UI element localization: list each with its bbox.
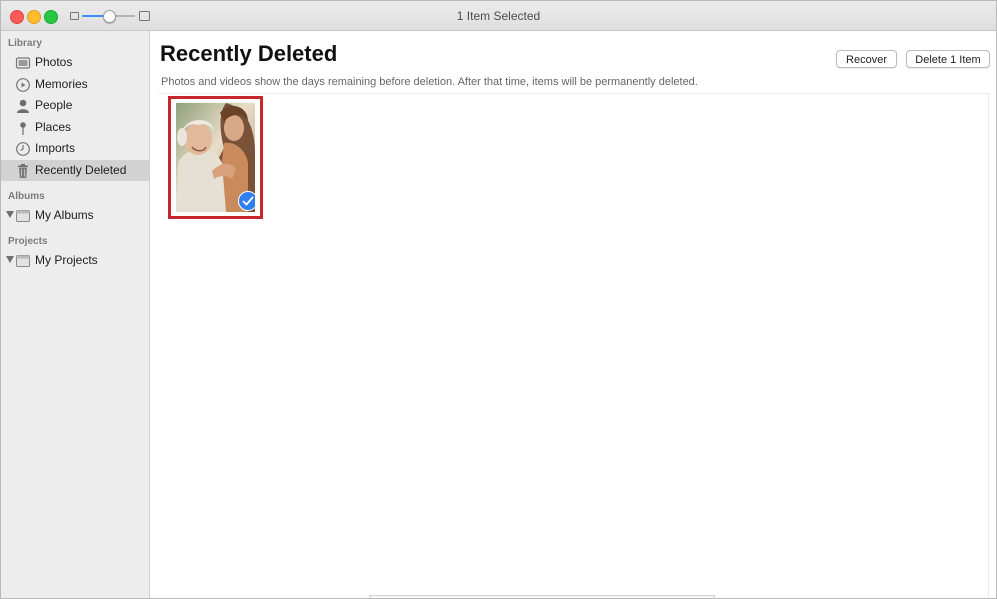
sidebar-section-albums: Albums xyxy=(8,191,45,202)
sidebar-item-label: Photos xyxy=(35,55,73,69)
sidebar-item-my-albums[interactable]: My Albums xyxy=(1,205,149,226)
places-icon xyxy=(20,122,26,135)
memories-icon xyxy=(16,78,30,92)
photos-window: 1 Item Selected Library Photos Memories … xyxy=(0,0,997,599)
sidebar-item-label: Memories xyxy=(35,77,88,91)
main-content: Recently Deleted Photos and videos show … xyxy=(150,31,996,598)
recover-button[interactable]: Recover xyxy=(836,50,897,68)
grid-divider xyxy=(158,93,990,94)
sidebar-section-library: Library xyxy=(8,38,42,49)
sidebar-item-people[interactable]: People xyxy=(1,95,149,116)
sidebar-item-places[interactable]: Places xyxy=(1,117,149,138)
sidebar-item-label: My Projects xyxy=(35,253,98,267)
sidebar-section-projects: Projects xyxy=(8,236,48,247)
selected-checkmark-icon xyxy=(238,191,255,211)
photos-icon xyxy=(15,57,31,69)
sidebar-item-label: Recently Deleted xyxy=(35,163,127,177)
page-title: Recently Deleted xyxy=(160,41,338,66)
photo-thumbnail[interactable] xyxy=(176,103,255,212)
sidebar: Library Photos Memories People Places Im… xyxy=(1,31,150,598)
imports-icon xyxy=(16,142,30,156)
selection-highlight xyxy=(168,96,263,219)
sidebar-item-label: Places xyxy=(35,120,72,134)
sidebar-item-my-projects[interactable]: My Projects xyxy=(1,250,149,271)
sidebar-item-memories[interactable]: Memories xyxy=(1,74,149,95)
title-bar: 1 Item Selected xyxy=(1,1,996,31)
folder-icon xyxy=(16,255,30,267)
trash-icon xyxy=(18,164,28,178)
people-icon xyxy=(17,99,29,113)
delete-items-button[interactable]: Delete 1 Item xyxy=(906,50,990,68)
sidebar-item-label: Imports xyxy=(35,141,76,155)
disclosure-triangle-icon[interactable] xyxy=(6,211,14,218)
sidebar-item-recently-deleted[interactable]: Recently Deleted xyxy=(1,160,149,181)
sidebar-item-label: People xyxy=(35,98,73,112)
folder-icon xyxy=(16,210,30,222)
window-title: 1 Item Selected xyxy=(456,9,541,23)
disclosure-triangle-icon[interactable] xyxy=(6,256,14,263)
bottom-status-bar xyxy=(369,595,715,598)
grid-divider xyxy=(988,93,989,598)
sidebar-item-label: My Albums xyxy=(35,208,94,222)
sidebar-item-imports[interactable]: Imports xyxy=(1,138,149,159)
sidebar-item-photos[interactable]: Photos xyxy=(1,52,149,73)
page-subtitle: Photos and videos show the days remainin… xyxy=(161,76,698,88)
